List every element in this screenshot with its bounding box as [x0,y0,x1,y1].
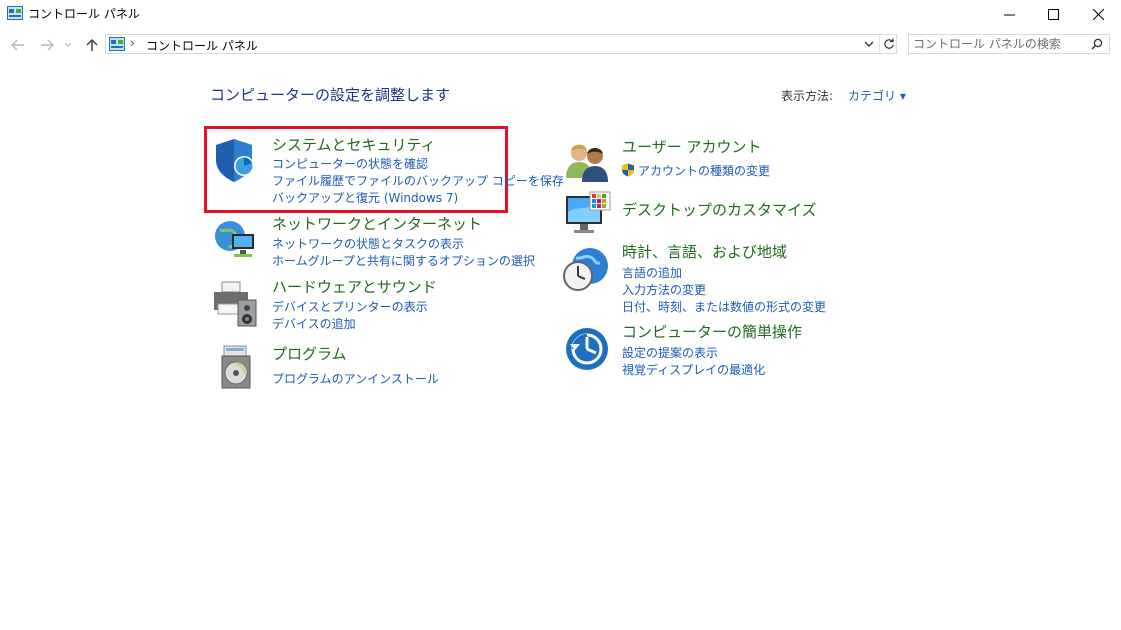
search-icon[interactable] [1091,38,1103,50]
link-homegroup-sharing[interactable]: ホームグループと共有に関するオプションの選択 [272,252,535,269]
category-title-appearance[interactable]: デスクトップのカスタマイズ [622,199,817,220]
link-change-date-time-format[interactable]: 日付、時刻、または数値の形式の変更 [622,298,826,315]
close-icon [1092,8,1104,20]
category-title-ease-of-access[interactable]: コンピューターの簡単操作 [622,321,802,342]
search-input[interactable] [913,36,1083,52]
link-settings-suggestions[interactable]: 設定の提案の表示 [622,344,718,361]
programs-disc-icon[interactable] [214,344,262,392]
link-optimize-visual-display[interactable]: 視覚ディスプレイの最適化 [622,361,765,378]
window-title: コントロール パネル [28,7,140,21]
up-arrow-icon [86,38,98,51]
uac-shield-icon [622,163,634,177]
back-arrow-icon [11,39,24,51]
title-bar: コントロール パネル [0,0,1121,30]
link-add-device[interactable]: デバイスの追加 [272,315,356,332]
view-by-dropdown[interactable]: カテゴリ ▾ [848,87,906,104]
link-devices-printers[interactable]: デバイスとプリンターの表示 [272,298,428,315]
category-title-programs[interactable]: プログラム [272,343,347,364]
shield-icon[interactable] [212,136,260,184]
clock-globe-icon[interactable] [562,246,610,294]
maximize-button[interactable] [1030,0,1076,28]
breadcrumb-control-panel[interactable]: コントロール パネル [146,37,258,54]
control-panel-icon [109,37,125,51]
link-check-computer-status[interactable]: コンピューターの状態を確認 [272,155,428,172]
link-uninstall-program[interactable]: プログラムのアンインストール [272,370,439,387]
link-change-input-method[interactable]: 入力方法の変更 [622,281,706,298]
breadcrumb-separator[interactable]: › [130,36,135,50]
minimize-icon [1003,14,1015,15]
forward-arrow-icon [41,39,54,51]
recent-locations-button[interactable] [62,36,74,54]
search-box[interactable] [908,34,1110,54]
refresh-icon [884,38,894,49]
close-button[interactable] [1075,0,1121,28]
category-title-user-accounts[interactable]: ユーザー アカウント [622,136,761,157]
page-title: コンピューターの設定を調整します [210,86,451,104]
network-globe-icon[interactable] [212,216,260,264]
refresh-button[interactable] [879,35,898,53]
back-button[interactable] [9,36,27,54]
control-panel-icon [7,6,23,20]
category-title-clock-language-region[interactable]: 時計、言語、および地域 [622,241,787,262]
monitor-palette-icon[interactable] [564,190,612,238]
address-bar[interactable]: › コントロール パネル [105,34,897,54]
link-file-history-backup[interactable]: ファイル履歴でファイルのバックアップ コピーを保存 [272,172,564,189]
printer-speaker-icon[interactable] [212,280,260,328]
category-title-hardware-sound[interactable]: ハードウェアとサウンド [272,276,437,297]
category-title-network-internet[interactable]: ネットワークとインターネット [272,213,482,234]
link-network-status-tasks[interactable]: ネットワークの状態とタスクの表示 [272,235,464,252]
chevron-down-icon [64,42,72,47]
link-change-account-type[interactable]: アカウントの種類の変更 [638,162,770,179]
users-icon[interactable] [564,138,612,186]
minimize-button[interactable] [986,0,1032,28]
category-title-system-security[interactable]: システムとセキュリティ [272,134,436,155]
ease-of-access-icon[interactable] [564,326,612,374]
up-button[interactable] [83,36,101,54]
maximize-icon [1047,8,1059,20]
link-backup-restore[interactable]: バックアップと復元 (Windows 7) [272,189,458,206]
view-by-label: 表示方法: [781,89,834,103]
link-add-language[interactable]: 言語の追加 [622,264,682,281]
forward-button[interactable] [38,36,56,54]
chevron-down-icon[interactable] [863,38,875,50]
